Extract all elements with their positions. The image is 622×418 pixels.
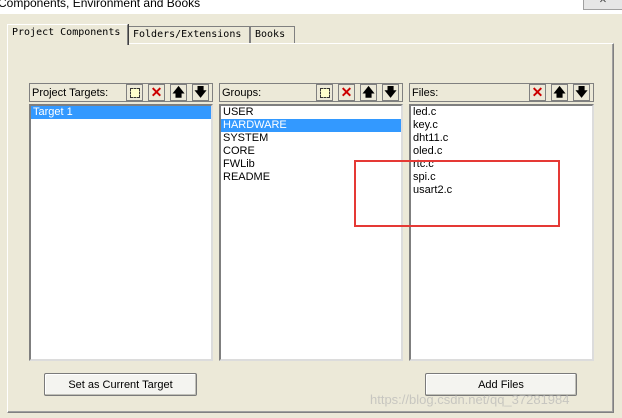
groups-header: Groups: ✕ 🡅 🡇 (219, 83, 403, 102)
tab-label: Folders/Extensions (133, 29, 242, 40)
new-item-icon (319, 88, 330, 98)
files-header: Files: ✕ 🡅 🡇 (409, 83, 594, 102)
list-item[interactable]: CORE (221, 145, 401, 158)
tab-books[interactable]: Books (250, 26, 295, 43)
move-down-icon: 🡇 (194, 85, 207, 99)
tab-folders-extensions[interactable]: Folders/Extensions (128, 26, 250, 43)
move-down-icon: 🡇 (384, 85, 397, 99)
move-file-down-button[interactable]: 🡇 (573, 84, 590, 101)
tab-label: Books (255, 29, 286, 40)
list-item[interactable]: rtc.c (411, 158, 592, 171)
title-bar: Components, Environment and Books ✕ (0, 0, 622, 14)
list-item[interactable]: README (221, 171, 401, 184)
groups-list[interactable]: USER HARDWARE SYSTEM CORE FWLib README (219, 104, 403, 361)
project-targets-header: Project Targets: ✕ 🡅 🡇 (29, 83, 213, 102)
window-title: Components, Environment and Books (0, 0, 201, 10)
delete-target-button[interactable]: ✕ (148, 84, 165, 101)
delete-group-button[interactable]: ✕ (338, 84, 355, 101)
list-item[interactable]: oled.c (411, 145, 592, 158)
move-file-up-button[interactable]: 🡅 (551, 84, 568, 101)
close-button[interactable]: ✕ (583, 0, 622, 10)
groups-label: Groups: (222, 87, 262, 99)
delete-file-button[interactable]: ✕ (529, 84, 546, 101)
move-group-down-button[interactable]: 🡇 (382, 84, 399, 101)
move-target-down-button[interactable]: 🡇 (192, 84, 209, 101)
move-up-icon: 🡅 (553, 85, 566, 99)
list-item[interactable]: HARDWARE (221, 119, 401, 132)
tab-label: Project Components (12, 27, 121, 38)
list-item[interactable]: Target 1 (31, 106, 211, 119)
list-item[interactable]: led.c (411, 106, 592, 119)
targets-list[interactable]: Target 1 (29, 104, 213, 361)
delete-icon: ✕ (340, 84, 353, 100)
list-item[interactable]: SYSTEM (221, 132, 401, 145)
delete-icon: ✕ (150, 84, 163, 100)
list-item[interactable]: usart2.c (411, 184, 592, 197)
project-targets-label: Project Targets: (32, 87, 109, 99)
new-target-button[interactable] (126, 84, 143, 101)
tab-project-components[interactable]: Project Components (7, 24, 128, 45)
files-group: Files: ✕ 🡅 🡇 led.c key.c dht11.c oled.c … (409, 83, 594, 361)
list-item[interactable]: USER (221, 106, 401, 119)
list-item[interactable]: key.c (411, 119, 592, 132)
delete-icon: ✕ (531, 84, 544, 100)
project-targets-group: Project Targets: ✕ 🡅 🡇 Target 1 (29, 83, 213, 361)
move-up-icon: 🡅 (362, 85, 375, 99)
files-label: Files: (412, 87, 439, 99)
files-list[interactable]: led.c key.c dht11.c oled.c rtc.c spi.c u… (409, 104, 594, 361)
move-target-up-button[interactable]: 🡅 (170, 84, 187, 101)
list-item[interactable]: spi.c (411, 171, 592, 184)
list-item[interactable]: dht11.c (411, 132, 592, 145)
groups-group: Groups: ✕ 🡅 🡇 USER HARDWARE SYSTEM CORE … (219, 83, 403, 361)
watermark: https://blog.csdn.net/qq_37281984 (370, 392, 570, 407)
list-item[interactable]: FWLib (221, 158, 401, 171)
set-current-target-button[interactable]: Set as Current Target (44, 373, 197, 396)
new-group-button[interactable] (316, 84, 333, 101)
move-down-icon: 🡇 (575, 85, 588, 99)
move-up-icon: 🡅 (172, 85, 185, 99)
move-group-up-button[interactable]: 🡅 (360, 84, 377, 101)
close-icon: ✕ (598, 0, 608, 6)
new-item-icon (129, 88, 140, 98)
